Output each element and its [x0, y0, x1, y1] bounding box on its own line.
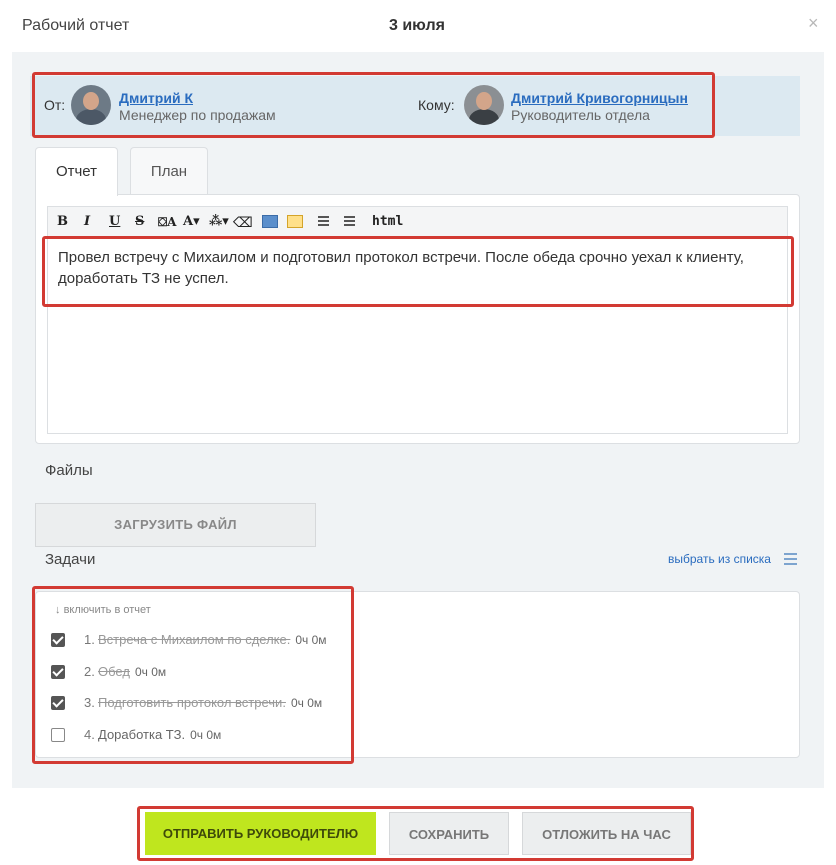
task-title: Подготовить протокол встречи. [98, 695, 286, 710]
dialog-header: Рабочий отчет 3 июля × [0, 0, 836, 52]
task-checkbox[interactable] [51, 696, 65, 710]
task-time: 0ч 0м [295, 633, 327, 647]
arrow-down-icon: ↓ [55, 604, 64, 616]
from-user-link[interactable]: Дмитрий К [119, 90, 193, 106]
to-user-role: Руководитель отдела [511, 107, 650, 123]
underline-button[interactable]: U [109, 213, 120, 231]
task-checkbox[interactable] [51, 728, 65, 742]
upload-file-button[interactable]: ЗАГРУЗИТЬ ФАЙЛ [35, 503, 316, 547]
people-bar: От: Дмитрий К Менеджер по продажам Кому:… [30, 76, 800, 136]
save-button[interactable]: СОХРАНИТЬ [389, 812, 509, 855]
postpone-hour-button[interactable]: ОТЛОЖИТЬ НА ЧАС [522, 812, 691, 855]
task-time: 0ч 0м [190, 728, 222, 742]
unordered-list-icon[interactable] [339, 214, 355, 230]
dialog-title: Рабочий отчет [22, 17, 130, 34]
strikethrough-button[interactable]: S [135, 213, 144, 231]
tab-plan[interactable]: План [130, 147, 208, 195]
font-size-icon[interactable]: A▾ [183, 213, 200, 231]
send-to-manager-button[interactable]: ОТПРАВИТЬ РУКОВОДИТЕЛЮ [145, 812, 376, 855]
editor-toolbar: B I U S ⛋A A▾ ⁂▾ ⌫ html [48, 207, 787, 237]
task-title: Доработка ТЗ. [98, 727, 186, 742]
image-icon[interactable] [262, 215, 278, 228]
bold-button[interactable]: B [57, 213, 68, 231]
close-icon[interactable]: × [808, 13, 819, 34]
from-label: От: [44, 97, 66, 113]
task-title: Обед [98, 664, 130, 679]
table-icon[interactable] [287, 215, 303, 228]
task-checkbox[interactable] [51, 665, 65, 679]
report-date: 3 июля [389, 17, 445, 34]
eraser-icon[interactable]: ⌫ [233, 213, 253, 231]
report-editor[interactable]: B I U S ⛋A A▾ ⁂▾ ⌫ html Провел встречу с… [47, 206, 788, 434]
editor-content[interactable]: Провел встречу с Михаилом и подготовил п… [58, 247, 783, 289]
ordered-list-icon[interactable] [313, 214, 329, 230]
font-family-icon[interactable]: ⁂▾ [209, 213, 229, 231]
list-menu-icon[interactable] [784, 553, 797, 565]
files-label: Файлы [45, 462, 93, 479]
task-checkbox[interactable] [51, 633, 65, 647]
tab-report[interactable]: Отчет [35, 147, 118, 196]
include-in-report-hint: ↓ включить в отчет [55, 604, 151, 616]
tasks-label: Задачи [45, 551, 96, 568]
to-user-link[interactable]: Дмитрий Кривогорницын [511, 90, 688, 106]
avatar [71, 85, 111, 125]
task-title: Встреча с Михаилом по сделке. [98, 632, 291, 647]
from-user-role: Менеджер по продажам [119, 107, 276, 123]
pick-from-list-link[interactable]: выбрать из списка [668, 552, 771, 566]
html-mode-button[interactable]: html [372, 213, 403, 231]
italic-button[interactable]: I [84, 213, 90, 231]
task-time: 0ч 0м [134, 665, 167, 679]
font-color-icon[interactable]: ⛋A [158, 213, 176, 231]
to-label: Кому: [418, 97, 455, 113]
avatar [464, 85, 504, 125]
task-time: 0ч 0м [290, 696, 323, 710]
